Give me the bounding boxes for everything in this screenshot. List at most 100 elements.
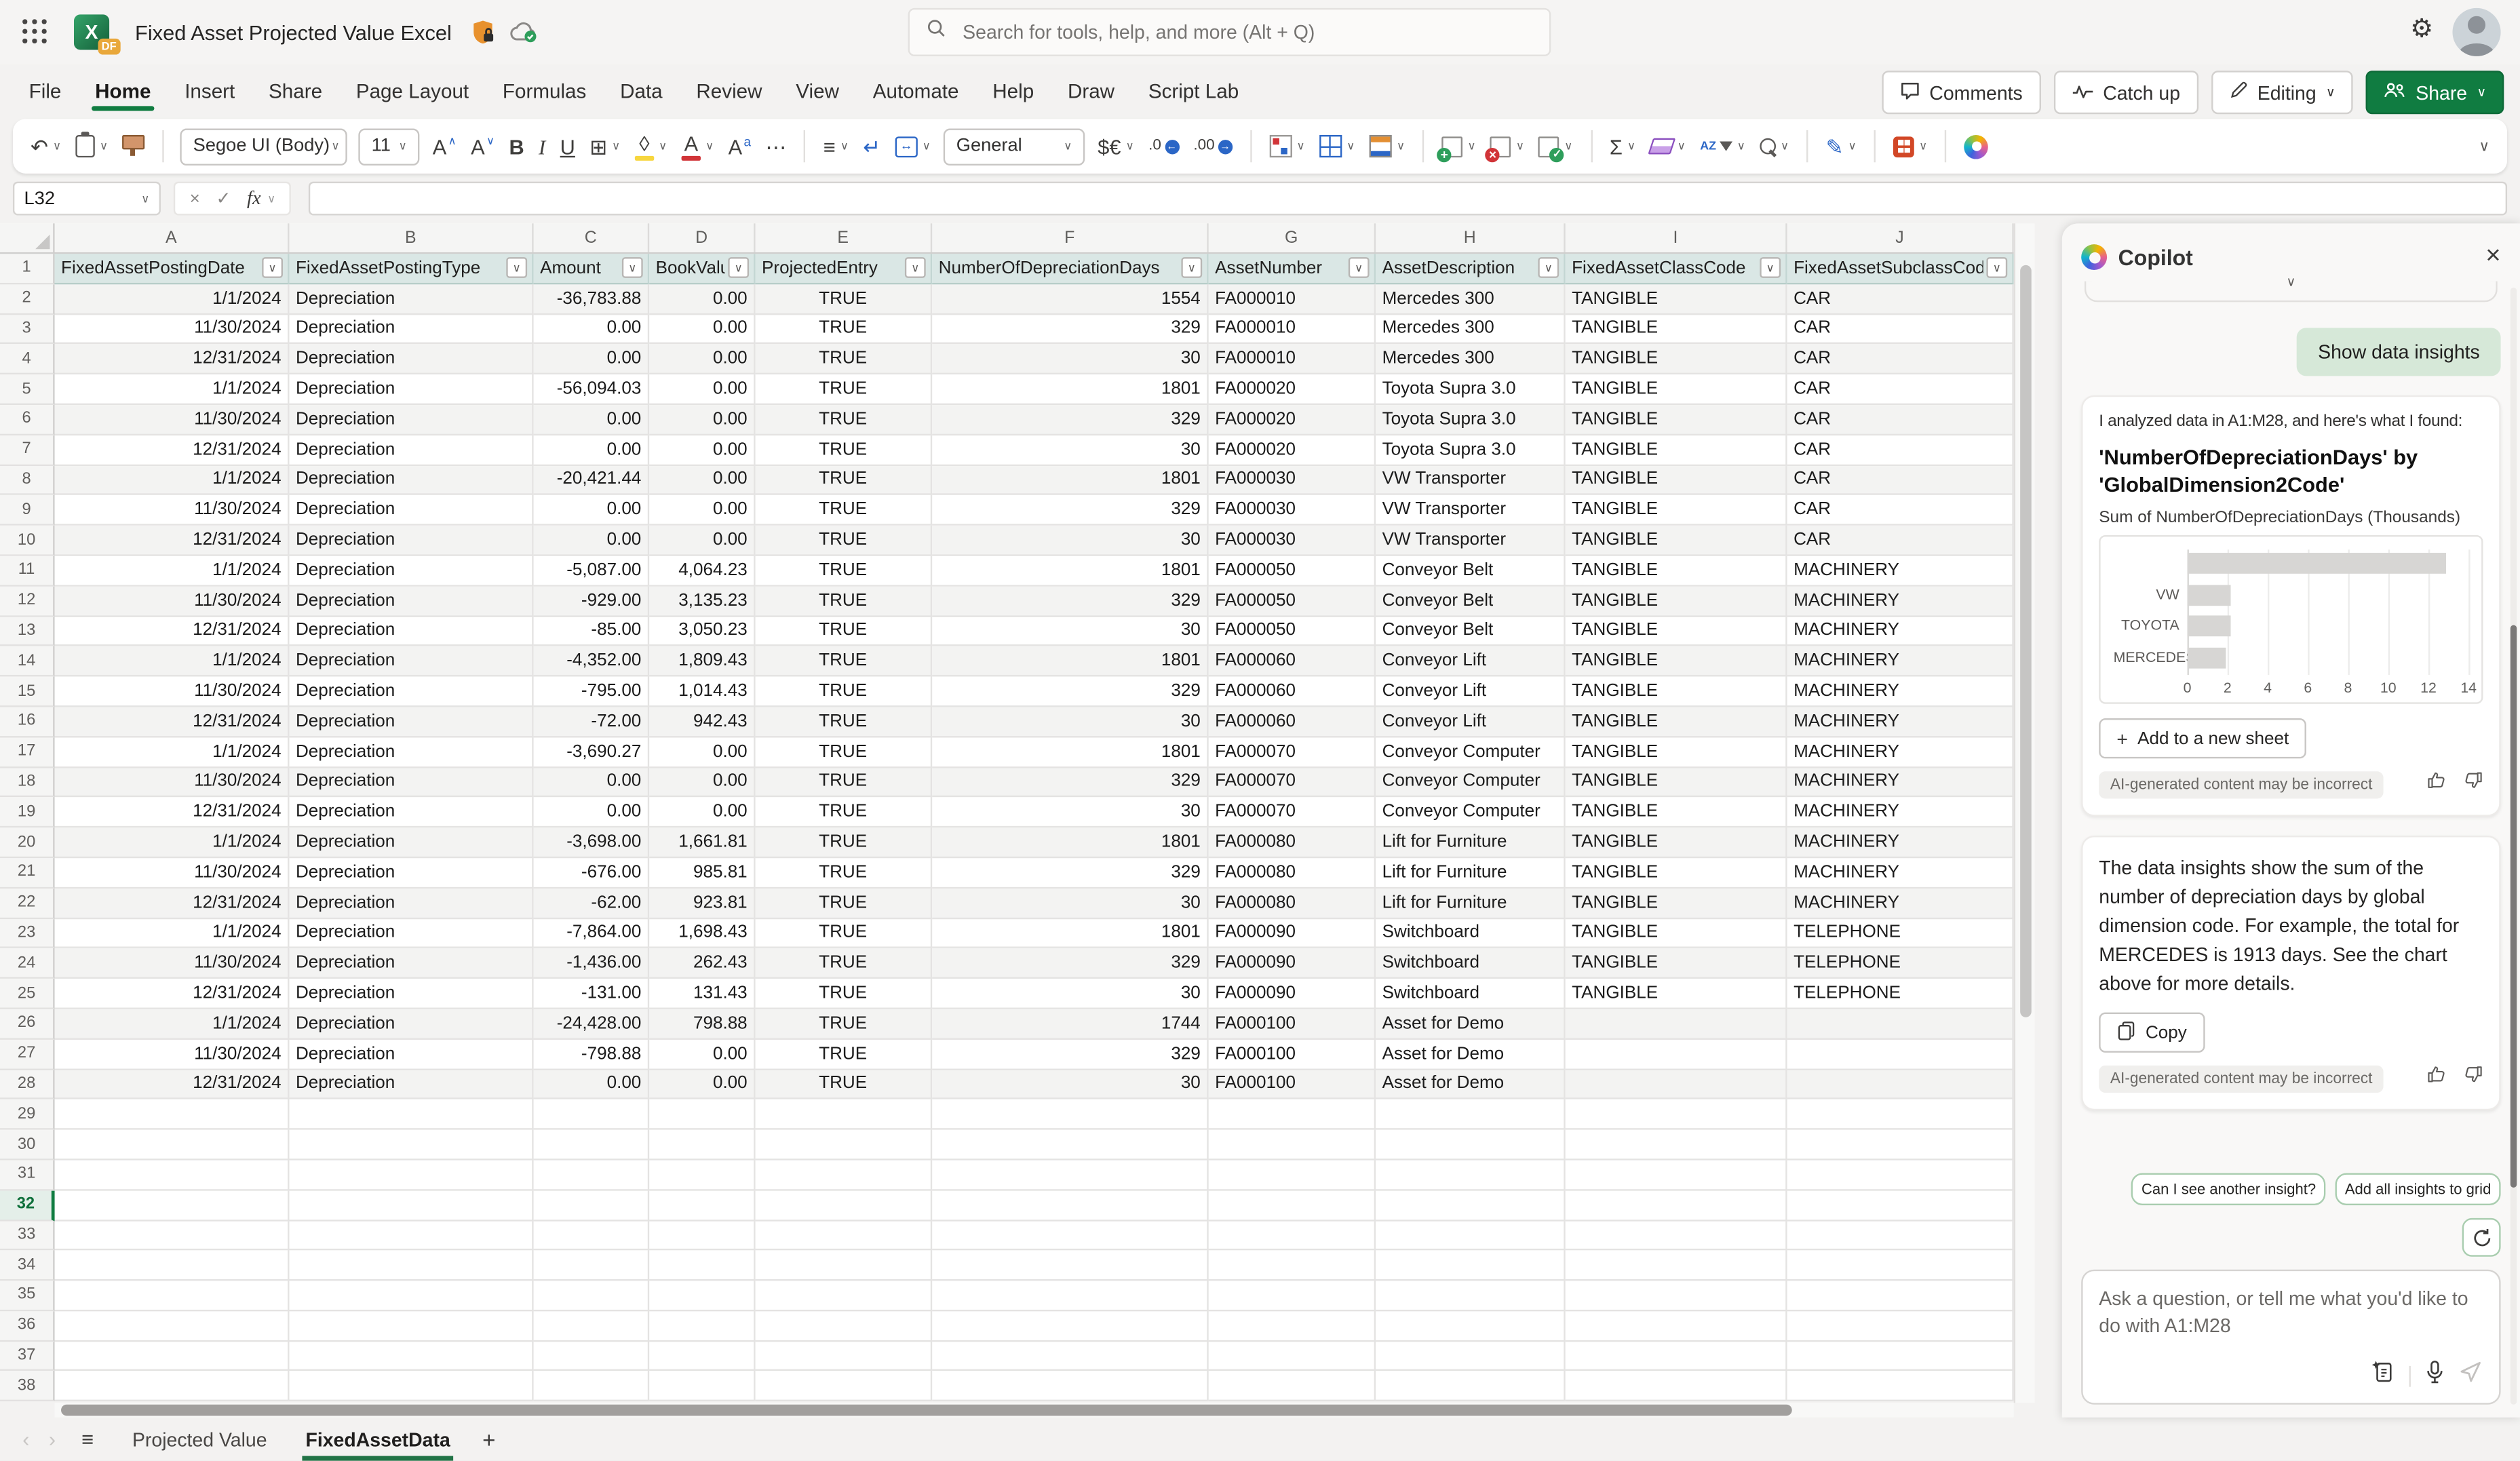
cell-A22[interactable]: 12/31/2024: [55, 889, 290, 919]
cell-G5[interactable]: FA000020: [1209, 374, 1376, 405]
cell-G20[interactable]: FA000080: [1209, 828, 1376, 859]
cell-G17[interactable]: FA000070: [1209, 737, 1376, 768]
cell-A14[interactable]: 1/1/2024: [55, 646, 290, 677]
cell-E20[interactable]: TRUE: [756, 828, 933, 859]
menu-help[interactable]: Help: [992, 68, 1034, 116]
cell-C12[interactable]: -929.00: [534, 586, 650, 617]
cell-G13[interactable]: FA000050: [1209, 617, 1376, 647]
cell-C29[interactable]: [534, 1099, 650, 1130]
cell-I33[interactable]: [1566, 1220, 1787, 1251]
save-status-cloud-icon[interactable]: [509, 21, 539, 43]
cell-E25[interactable]: TRUE: [756, 979, 933, 1009]
cell-B23[interactable]: Depreciation: [289, 918, 533, 949]
cell-C2[interactable]: -36,783.88: [534, 284, 650, 315]
cell-J34[interactable]: [1787, 1251, 2014, 1281]
row-header-18[interactable]: 18: [0, 767, 55, 798]
cell-G23[interactable]: FA000090: [1209, 918, 1376, 949]
cell-H26[interactable]: Asset for Demo: [1376, 1009, 1566, 1040]
cell-D6[interactable]: 0.00: [649, 405, 755, 435]
cell-D22[interactable]: 923.81: [649, 889, 755, 919]
cell-D18[interactable]: 0.00: [649, 767, 755, 798]
cell-D26[interactable]: 798.88: [649, 1009, 755, 1040]
cell-G35[interactable]: [1209, 1281, 1376, 1312]
row-header-24[interactable]: 24: [0, 949, 55, 979]
cell-C22[interactable]: -62.00: [534, 889, 650, 919]
cell-styles-button[interactable]: ∨: [1368, 127, 1406, 165]
cell-F8[interactable]: 1801: [932, 465, 1209, 496]
filter-button-F[interactable]: ∨: [1181, 258, 1202, 279]
number-format-select[interactable]: General∨: [944, 128, 1085, 164]
row-header-28[interactable]: 28: [0, 1070, 55, 1100]
cell-B5[interactable]: Depreciation: [289, 374, 533, 405]
cell-F31[interactable]: [932, 1160, 1209, 1190]
cell-G15[interactable]: FA000060: [1209, 677, 1376, 707]
row-header-3[interactable]: 3: [0, 314, 55, 345]
cell-F10[interactable]: 30: [932, 526, 1209, 556]
cell-E30[interactable]: [756, 1130, 933, 1161]
cell-E22[interactable]: TRUE: [756, 889, 933, 919]
cell-G3[interactable]: FA000010: [1209, 314, 1376, 345]
prompt-library-icon[interactable]: [2371, 1359, 2395, 1391]
cell-A25[interactable]: 12/31/2024: [55, 979, 290, 1009]
cell-A4[interactable]: 12/31/2024: [55, 345, 290, 375]
cell-C5[interactable]: -56,094.03: [534, 374, 650, 405]
send-icon[interactable]: [2459, 1359, 2483, 1391]
cell-A23[interactable]: 1/1/2024: [55, 918, 290, 949]
app-launcher-icon[interactable]: [22, 19, 48, 45]
cell-J23[interactable]: TELEPHONE: [1787, 918, 2014, 949]
cell-J35[interactable]: [1787, 1281, 2014, 1312]
menu-view[interactable]: View: [796, 68, 839, 116]
cell-E8[interactable]: TRUE: [756, 465, 933, 496]
cell-A8[interactable]: 1/1/2024: [55, 465, 290, 496]
cell-I11[interactable]: TANGIBLE: [1566, 556, 1787, 587]
cell-J29[interactable]: [1787, 1099, 2014, 1130]
cell-H29[interactable]: [1376, 1099, 1566, 1130]
cell-G21[interactable]: FA000080: [1209, 858, 1376, 889]
cell-C33[interactable]: [534, 1220, 650, 1251]
cell-J37[interactable]: [1787, 1342, 2014, 1372]
cell-B9[interactable]: Depreciation: [289, 496, 533, 526]
column-header-D[interactable]: D: [649, 223, 755, 252]
cell-F28[interactable]: 30: [932, 1070, 1209, 1100]
cell-J26[interactable]: [1787, 1009, 2014, 1040]
cell-F35[interactable]: [932, 1281, 1209, 1312]
menu-file[interactable]: File: [29, 68, 62, 116]
cell-H18[interactable]: Conveyor Computer: [1376, 767, 1566, 798]
cell-F18[interactable]: 329: [932, 767, 1209, 798]
cell-H27[interactable]: Asset for Demo: [1376, 1039, 1566, 1070]
cell-E17[interactable]: TRUE: [756, 737, 933, 768]
clear-button[interactable]: ∨: [1648, 127, 1687, 165]
cell-H25[interactable]: Switchboard: [1376, 979, 1566, 1009]
cell-I36[interactable]: [1566, 1311, 1787, 1342]
cell-C27[interactable]: -798.88: [534, 1039, 650, 1070]
cell-F9[interactable]: 329: [932, 496, 1209, 526]
cell-H32[interactable]: [1376, 1190, 1566, 1221]
cancel-icon[interactable]: ×: [190, 189, 200, 208]
sensitivity-shield-icon[interactable]: [471, 19, 495, 45]
cell-C14[interactable]: -4,352.00: [534, 646, 650, 677]
cell-I35[interactable]: [1566, 1281, 1787, 1312]
cell-I21[interactable]: TANGIBLE: [1566, 858, 1787, 889]
editing-mode-button[interactable]: Editing ∨: [2211, 71, 2353, 114]
filter-button-I[interactable]: ∨: [1760, 258, 1781, 279]
cell-D2[interactable]: 0.00: [649, 284, 755, 315]
cell-H17[interactable]: Conveyor Computer: [1376, 737, 1566, 768]
cell-B14[interactable]: Depreciation: [289, 646, 533, 677]
cell-C21[interactable]: -676.00: [534, 858, 650, 889]
row-header-16[interactable]: 16: [0, 707, 55, 737]
menu-home[interactable]: Home: [95, 68, 151, 116]
cell-G8[interactable]: FA000030: [1209, 465, 1376, 496]
cell-F36[interactable]: [932, 1311, 1209, 1342]
cell-B34[interactable]: [289, 1251, 533, 1281]
cell-H9[interactable]: VW Transporter: [1376, 496, 1566, 526]
cell-C15[interactable]: -795.00: [534, 677, 650, 707]
filter-button-H[interactable]: ∨: [1538, 258, 1559, 279]
cell-J6[interactable]: CAR: [1787, 405, 2014, 435]
row-header-31[interactable]: 31: [0, 1160, 55, 1190]
cell-B36[interactable]: [289, 1311, 533, 1342]
cell-J30[interactable]: [1787, 1130, 2014, 1161]
cell-J8[interactable]: CAR: [1787, 465, 2014, 496]
copy-button[interactable]: Copy: [2099, 1013, 2205, 1053]
cell-E33[interactable]: [756, 1220, 933, 1251]
cell-J25[interactable]: TELEPHONE: [1787, 979, 2014, 1009]
